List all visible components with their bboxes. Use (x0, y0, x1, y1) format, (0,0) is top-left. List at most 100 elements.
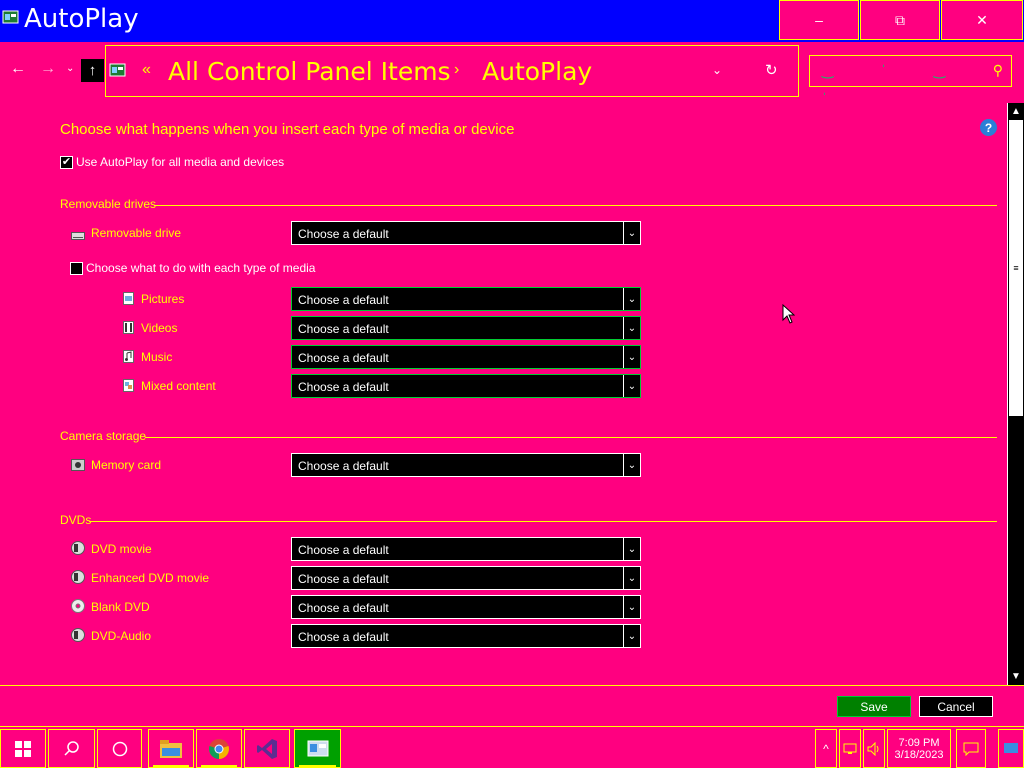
recent-locations-button[interactable]: ⌄ (66, 63, 74, 74)
pictures-icon (121, 291, 135, 305)
control-panel-icon (307, 740, 328, 756)
select-value: Choose a default (298, 543, 389, 557)
show-hidden-icons-button[interactable]: ^ (815, 729, 837, 768)
volume-icon[interactable] (863, 729, 885, 768)
memory-card-select[interactable]: Choose a default ⌄ (291, 453, 641, 477)
select-value: Choose a default (298, 380, 389, 394)
chevron-down-icon[interactable]: ⌄ (623, 454, 640, 476)
clock[interactable]: 7:09 PM 3/18/2023 (887, 729, 951, 768)
visual-studio-icon (257, 738, 277, 759)
taskbar-chrome[interactable] (196, 729, 242, 768)
cortana-icon (112, 741, 127, 756)
chevron-down-icon[interactable]: ⌄ (623, 596, 640, 618)
cancel-button[interactable]: Cancel (919, 696, 993, 717)
dvd-movie-select[interactable]: Choose a default ⌄ (291, 537, 641, 561)
dvd-audio-label: DVD-Audio (91, 629, 152, 643)
minimize-icon: – (815, 12, 823, 28)
action-center-button[interactable] (956, 729, 986, 768)
forward-button[interactable]: → (40, 60, 56, 78)
start-button[interactable] (0, 729, 46, 768)
refresh-icon[interactable]: ↻ (765, 61, 778, 79)
blank-dvd-icon (71, 599, 85, 613)
pictures-label: Pictures (141, 292, 185, 306)
chevron-down-icon[interactable]: ⌄ (623, 538, 640, 560)
chevron-down-icon[interactable]: ⌄ (623, 625, 640, 647)
removable-drive-icon (71, 230, 85, 242)
chrome-icon (209, 738, 229, 759)
network-icon[interactable] (839, 729, 861, 768)
maximize-button[interactable]: ⧉ (860, 0, 940, 40)
content-pane: Choose what happens when you insert each… (0, 103, 1007, 685)
notification-icon (963, 742, 979, 756)
enhanced-dvd-movie-label: Enhanced DVD movie (91, 571, 210, 585)
taskbar-file-explorer[interactable] (148, 729, 194, 768)
scrollbar-thumb[interactable]: ≡ (1009, 120, 1023, 416)
cortana-button[interactable] (97, 729, 142, 768)
save-button[interactable]: Save (837, 696, 911, 717)
address-bar[interactable]: « All Control Panel Items › AutoPlay ⌄ ↻ (105, 45, 799, 97)
enhanced-dvd-movie-select[interactable]: Choose a default ⌄ (291, 566, 641, 590)
address-dropdown-icon[interactable]: ⌄ (712, 63, 722, 77)
chevron-down-icon[interactable]: ⌄ (623, 375, 640, 397)
breadcrumb-separator-icon[interactable]: › (454, 61, 459, 79)
search-icon[interactable]: ⚲ (993, 62, 1003, 79)
windows-icon (15, 740, 31, 757)
dvd-audio-select[interactable]: Choose a default ⌄ (291, 624, 641, 648)
scroll-up-icon[interactable]: ▲ (1008, 103, 1024, 120)
taskbar-visual-studio[interactable] (244, 729, 290, 768)
use-autoplay-checkbox[interactable]: ✔ (60, 156, 73, 169)
mixed-content-label: Mixed content (141, 379, 216, 393)
enhanced-dvd-movie-icon (71, 570, 85, 584)
clock-date: 3/18/2023 (894, 748, 944, 761)
videos-select[interactable]: Choose a default ⌄ (291, 316, 641, 340)
each-media-label[interactable]: Choose what to do with each type of medi… (86, 261, 315, 275)
search-input[interactable]: ‿ ˈ ‿ ˌ ⚲ (809, 55, 1012, 95)
each-media-checkbox[interactable] (70, 262, 83, 275)
chevron-down-icon[interactable]: ⌄ (623, 317, 640, 339)
running-indicator (299, 765, 336, 767)
close-icon: ✕ (976, 11, 988, 28)
chevron-down-icon[interactable]: ⌄ (623, 222, 640, 244)
taskbar-search-button[interactable] (48, 729, 95, 768)
back-button[interactable]: ← (10, 60, 26, 78)
section-removable-drives: Removable drives (60, 197, 157, 211)
select-value: Choose a default (298, 322, 389, 336)
breadcrumb-all-control-panel-items[interactable]: All Control Panel Items (168, 57, 451, 86)
minimize-button[interactable]: – (779, 0, 859, 40)
mixed-content-icon (121, 378, 135, 392)
taskbar: ^ 7:09 PM 3/18/2023 (0, 726, 1024, 768)
pictures-select[interactable]: Choose a default ⌄ (291, 287, 641, 311)
breadcrumb-autoplay[interactable]: AutoPlay (482, 57, 592, 86)
chevron-down-icon[interactable]: ⌄ (623, 567, 640, 589)
mouse-cursor-icon (782, 304, 795, 324)
use-autoplay-label[interactable]: Use AutoPlay for all media and devices (76, 155, 284, 169)
dvd-audio-icon (71, 628, 85, 642)
close-button[interactable]: ✕ (941, 0, 1023, 40)
help-icon[interactable]: ? (980, 119, 997, 136)
chevron-down-icon[interactable]: ⌄ (623, 288, 640, 310)
section-divider (89, 521, 997, 522)
window-title: AutoPlay (24, 4, 139, 34)
select-value: Choose a default (298, 351, 389, 365)
control-panel-icon (109, 63, 126, 77)
section-camera-storage: Camera storage (60, 429, 147, 443)
clock-time: 7:09 PM (898, 736, 940, 749)
blank-dvd-select[interactable]: Choose a default ⌄ (291, 595, 641, 619)
mixed-content-select[interactable]: Choose a default ⌄ (291, 374, 641, 398)
videos-label: Videos (141, 321, 178, 335)
chevron-down-icon[interactable]: ⌄ (623, 346, 640, 368)
show-desktop-button[interactable] (998, 729, 1024, 768)
removable-drive-select[interactable]: Choose a default ⌄ (291, 221, 641, 245)
scroll-down-icon[interactable]: ▼ (1008, 668, 1024, 685)
music-select[interactable]: Choose a default ⌄ (291, 345, 641, 369)
select-value: Choose a default (298, 601, 389, 615)
breadcrumb-overflow-icon[interactable]: « (142, 61, 151, 79)
search-placeholder-marks: ‿ ˈ ‿ ˌ (822, 62, 967, 95)
vertical-scrollbar[interactable]: ▲ ≡ ▼ (1007, 103, 1024, 685)
taskbar-control-panel[interactable] (294, 729, 341, 768)
select-value: Choose a default (298, 227, 389, 241)
search-icon (63, 740, 79, 756)
running-indicator (201, 765, 237, 767)
blank-dvd-label: Blank DVD (91, 600, 150, 614)
up-button[interactable]: ↑ (81, 59, 104, 82)
